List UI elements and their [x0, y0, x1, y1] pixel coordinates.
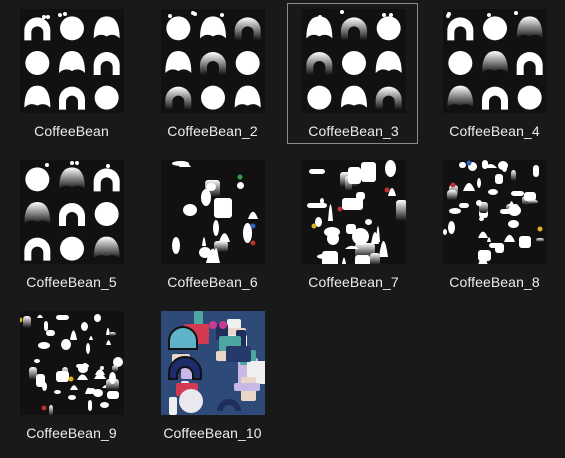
texture-preview-image	[307, 160, 406, 264]
texture-thumbnail	[161, 9, 265, 113]
file-name-label: CoffeeBean_9	[26, 425, 117, 441]
texture-preview-image	[161, 311, 265, 415]
texture-preview-image	[443, 160, 544, 264]
texture-thumbnail	[20, 9, 124, 113]
texture-preview-image	[172, 161, 258, 263]
file-tile[interactable]: CoffeeBean_6	[146, 154, 277, 295]
file-tile[interactable]: CoffeeBean	[5, 3, 136, 144]
file-tile[interactable]: CoffeeBean_5	[5, 154, 136, 295]
file-name-label: CoffeeBean_7	[308, 274, 399, 290]
file-name-label: CoffeeBean_8	[449, 274, 540, 290]
file-thumbnail-grid: CoffeeBean CoffeeBean_2 CoffeeBean_3 Coffee…	[0, 0, 565, 458]
file-name-label: CoffeeBean_4	[449, 123, 540, 139]
file-tile[interactable]: CoffeeBean_3	[287, 3, 418, 144]
file-name-label: CoffeeBean	[34, 123, 109, 139]
file-tile[interactable]: CoffeeBean_4	[428, 3, 559, 144]
texture-thumbnail	[161, 311, 265, 415]
texture-thumbnail	[20, 311, 124, 415]
file-name-label: CoffeeBean_2	[167, 123, 258, 139]
texture-thumbnail	[20, 160, 124, 264]
texture-thumbnail	[161, 160, 265, 264]
texture-thumbnail	[443, 9, 547, 113]
file-tile[interactable]: CoffeeBean_7	[287, 154, 418, 295]
texture-thumbnail	[302, 9, 406, 113]
texture-thumbnail	[443, 160, 547, 264]
file-name-label: CoffeeBean_5	[26, 274, 117, 290]
texture-preview-image	[24, 161, 120, 261]
file-tile[interactable]: CoffeeBean_10	[146, 305, 277, 446]
texture-preview-image	[165, 11, 261, 110]
file-name-label: CoffeeBean_3	[308, 123, 399, 139]
texture-preview-image	[20, 314, 123, 415]
texture-thumbnail	[302, 160, 406, 264]
texture-preview-image	[24, 12, 120, 110]
file-tile[interactable]: CoffeeBean_9	[5, 305, 136, 446]
texture-preview-image	[446, 11, 543, 110]
texture-preview-image	[306, 10, 402, 110]
file-tile[interactable]: CoffeeBean_2	[146, 3, 277, 144]
file-name-label: CoffeeBean_6	[167, 274, 258, 290]
file-tile[interactable]: CoffeeBean_8	[428, 154, 559, 295]
file-name-label: CoffeeBean_10	[163, 425, 262, 441]
